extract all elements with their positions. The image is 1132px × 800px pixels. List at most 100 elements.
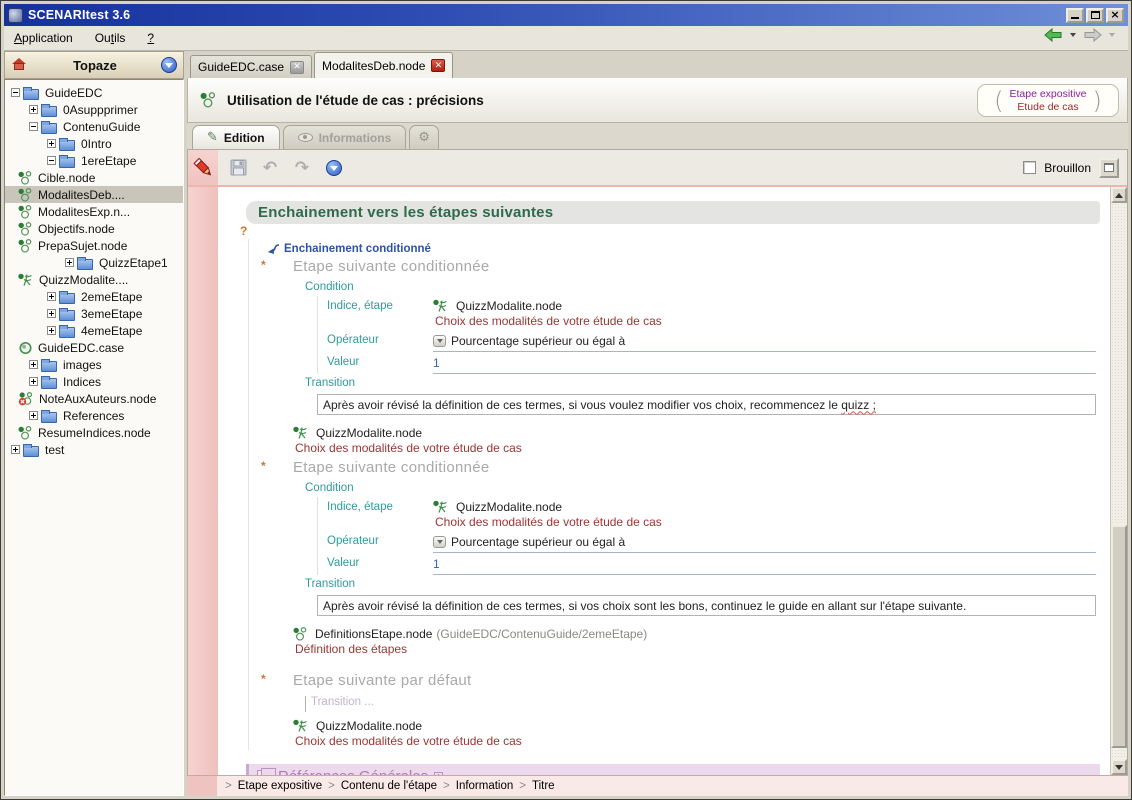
maximize-button[interactable] [1086, 8, 1104, 23]
expand-icon[interactable] [47, 309, 56, 318]
document-page: Enchainement vers les étapes suivantes ?… [218, 187, 1110, 775]
expand-icon[interactable] [47, 292, 56, 301]
tree-item-folder[interactable]: 0Asuppprimer [5, 101, 183, 118]
workshop-icon [11, 58, 27, 72]
breadcrumb-item[interactable]: Contenu de l'étape [341, 780, 437, 792]
tree-item-quizz-node[interactable]: QuizzModalite.... [5, 271, 183, 288]
menu-help[interactable]: ? [147, 31, 154, 45]
brouillon-checkbox[interactable] [1023, 161, 1036, 174]
tree-item-folder[interactable]: ContenuGuide [5, 118, 183, 135]
transition-textbox[interactable]: Après avoir révisé la définition de ces … [317, 595, 1096, 616]
value-field[interactable]: 1 [433, 352, 1096, 374]
expand-icon[interactable] [11, 445, 20, 454]
redo-icon: ↷ [295, 158, 309, 178]
tab-modalitesdeb-node[interactable]: ModalitesDeb.node ✕ [314, 52, 453, 78]
scroll-down-button[interactable] [1111, 759, 1127, 775]
node-icon [18, 222, 33, 236]
transition-placeholder[interactable]: Transition ... [305, 696, 1104, 712]
branch-type-row[interactable]: Enchainement conditionné [267, 239, 1104, 256]
sidebar-menu-icon[interactable] [161, 57, 177, 73]
undo-button[interactable]: ↶ [258, 156, 282, 180]
expand-icon[interactable] [29, 360, 38, 369]
dropdown-icon[interactable] [433, 536, 446, 548]
references-section-header[interactable]: Références Générales ... [246, 764, 1100, 775]
operator-field[interactable]: Pourcentage supérieur ou égal à [433, 330, 1096, 352]
tree-item-node[interactable]: Objectifs.node [5, 220, 183, 237]
forward-arrow-icon[interactable] [1083, 28, 1102, 42]
collapse-icon[interactable] [29, 122, 38, 131]
value-field[interactable]: 1 [433, 553, 1096, 575]
expand-icon[interactable] [29, 105, 38, 114]
back-arrow-icon[interactable] [1044, 28, 1063, 42]
node-path: (GuideEDC/ContenuGuide/2emeEtape) [436, 627, 647, 641]
expand-icon[interactable] [47, 139, 56, 148]
actions-dropdown-button[interactable] [322, 156, 346, 180]
scroll-up-button[interactable] [1111, 187, 1127, 203]
folder-icon [41, 123, 57, 134]
vertical-scrollbar[interactable] [1110, 187, 1127, 775]
misspelled-word: quizz ; [841, 398, 876, 412]
close-tab-icon[interactable]: ✕ [431, 59, 445, 72]
forward-history-dropdown-icon[interactable] [1109, 33, 1115, 37]
tab-informations[interactable]: Informations [283, 125, 407, 149]
tree-item-folder[interactable]: Indices [5, 373, 183, 390]
expand-icon[interactable] [29, 411, 38, 420]
item-type-badge: Etape expositive Etude de cas [977, 84, 1119, 117]
tree-item-node[interactable]: ResumeIndices.node [5, 424, 183, 441]
menu-outils[interactable]: Outils [95, 31, 126, 45]
scrollbar-thumb[interactable] [1111, 525, 1127, 747]
collapse-icon[interactable] [11, 88, 20, 97]
tree-item-folder[interactable]: QuizzEtape1 [5, 254, 183, 271]
tree-item-folder[interactable]: 3emeEtape [5, 305, 183, 322]
menu-application[interactable]: Application [14, 31, 73, 45]
expand-icon[interactable] [47, 326, 56, 335]
target-node-reference[interactable]: QuizzModalite.node Choix des modalités d… [293, 718, 1104, 750]
tree-item-folder[interactable]: 1ereEtape [5, 152, 183, 169]
tab-settings[interactable]: ⚙ [409, 125, 439, 149]
operator-field[interactable]: Pourcentage supérieur ou égal à [433, 531, 1096, 553]
tree-item-folder[interactable]: test [5, 441, 183, 458]
folder-icon [59, 327, 75, 338]
breadcrumb-item[interactable]: Titre [532, 780, 555, 792]
target-node-reference[interactable]: DefinitionsEtape.node (GuideEDC/ContenuG… [293, 626, 1104, 658]
node-header: Utilisation de l'étude de cas : précisio… [187, 78, 1128, 123]
tree-item-folder[interactable]: GuideEDC [5, 84, 183, 101]
transition-textbox[interactable]: Après avoir révisé la définition de ces … [317, 394, 1096, 415]
save-button[interactable] [226, 156, 250, 180]
collapse-icon[interactable] [47, 156, 56, 165]
expand-icon[interactable] [29, 377, 38, 386]
tree-item-folder[interactable]: 4emeEtape [5, 322, 183, 339]
expand-icon[interactable] [434, 772, 443, 776]
minimize-button[interactable] [1066, 8, 1084, 23]
close-tab-icon[interactable]: ✕ [290, 61, 304, 74]
back-history-dropdown-icon[interactable] [1070, 33, 1076, 37]
tab-edition[interactable]: ✎Edition [192, 125, 280, 149]
tree-item-folder[interactable]: images [5, 356, 183, 373]
tree-item-folder[interactable]: 2emeEtape [5, 288, 183, 305]
help-icon[interactable]: ? [238, 224, 1104, 239]
tree-item-node-error[interactable]: NoteAuxAuteurs.node [5, 390, 183, 407]
tree-item-node-selected[interactable]: ModalitesDeb.... [5, 186, 183, 203]
page-title: Utilisation de l'étude de cas : précisio… [227, 93, 484, 108]
target-node-reference[interactable]: QuizzModalite.node Choix des modalités d… [293, 425, 1104, 457]
redo-button[interactable]: ↷ [290, 156, 314, 180]
tree-item-node[interactable]: ModalitesExp.n... [5, 203, 183, 220]
scrollbar-track[interactable] [1111, 203, 1127, 759]
breadcrumb-item[interactable]: Etape expositive [238, 780, 322, 792]
close-button[interactable]: × [1106, 8, 1124, 23]
menu-bar: Application Outils ? [4, 26, 1128, 51]
expand-icon[interactable] [65, 258, 74, 267]
tree-item-node[interactable]: Cible.node [5, 169, 183, 186]
quizz-node-icon [293, 426, 309, 440]
node-reference[interactable]: QuizzModalite.node [433, 298, 1096, 314]
tree-item-folder[interactable]: References [5, 407, 183, 424]
dropdown-icon[interactable] [433, 335, 446, 347]
fullscreen-button[interactable] [1099, 158, 1119, 178]
tree-item-case[interactable]: GuideEDC.case [5, 339, 183, 356]
tab-guideedc-case[interactable]: GuideEDC.case ✕ [190, 55, 312, 78]
tree-item-node[interactable]: PrepaSujet.node [5, 237, 183, 254]
node-reference[interactable]: QuizzModalite.node [433, 499, 1096, 515]
tree-item-folder[interactable]: 0Intro [5, 135, 183, 152]
breadcrumb: > Etape expositive > Contenu de l'étape … [217, 780, 555, 792]
breadcrumb-item[interactable]: Information [456, 780, 514, 792]
